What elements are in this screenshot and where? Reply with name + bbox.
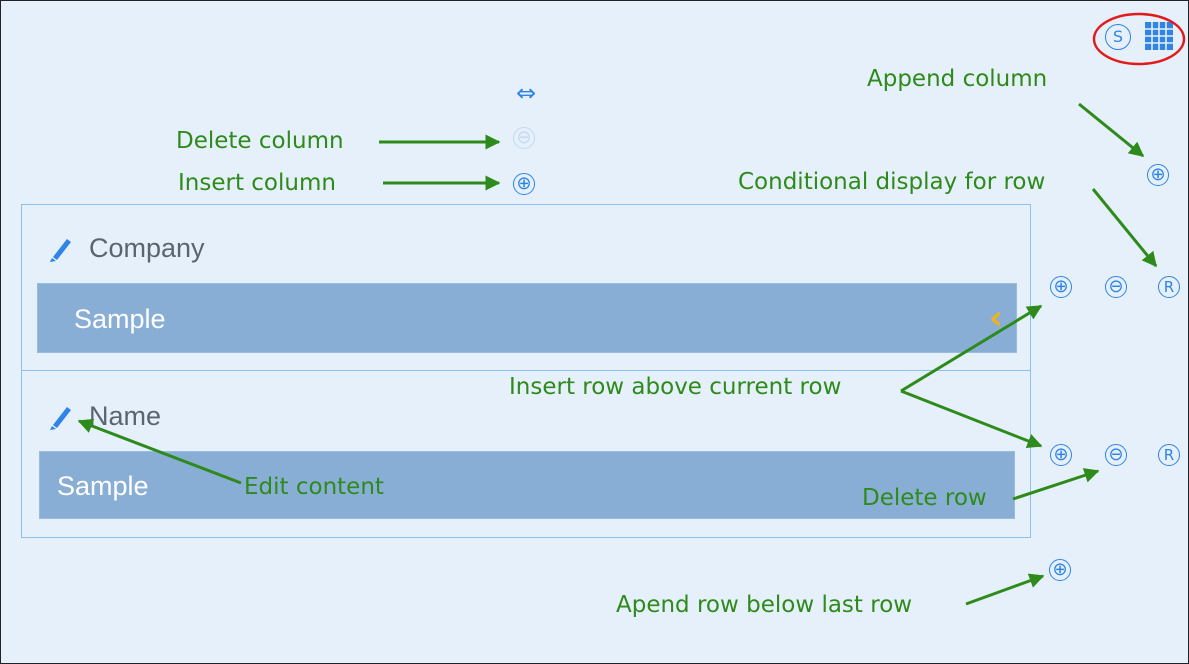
arrow-edit-content	[77, 418, 242, 485]
arrow-insert-row-1	[900, 304, 1043, 393]
arrow-append-row	[965, 573, 1045, 606]
arrow-delete-row	[1012, 468, 1100, 501]
arrow-append-column	[1078, 102, 1145, 158]
arrow-conditional-display	[1091, 188, 1158, 268]
arrow-insert-row-2	[900, 389, 1043, 449]
screenshot-frame: S ⇔ ⊖ ⊕ ⊕ Company Sample ‹ Name Sample ⊕…	[0, 0, 1189, 664]
annotation-arrows	[77, 102, 1158, 606]
